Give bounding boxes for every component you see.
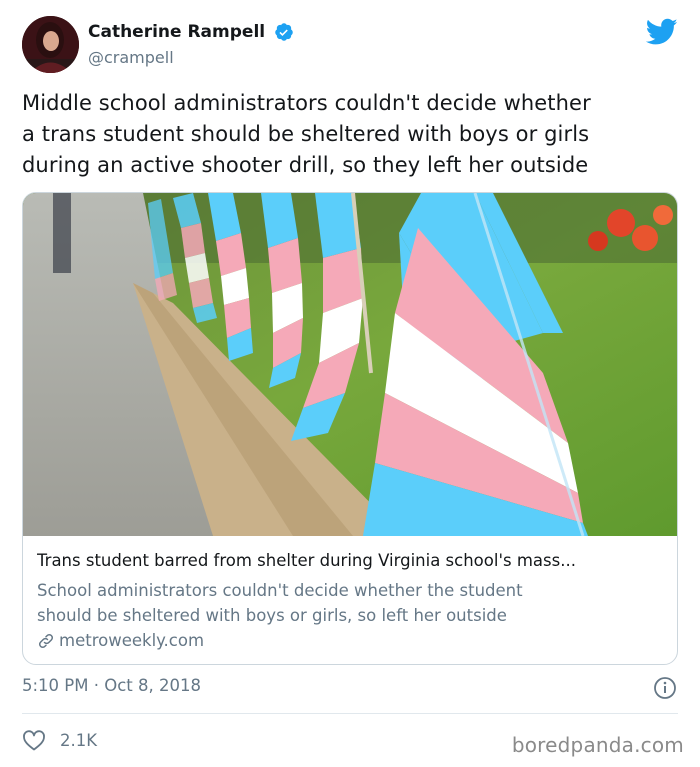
card-description-line: should be sheltered with boys or girls, … xyxy=(37,606,507,625)
card-body: Trans student barred from shelter during… xyxy=(37,551,667,650)
card-title[interactable]: Trans student barred from shelter during… xyxy=(37,551,667,570)
like-action[interactable]: 2.1K xyxy=(22,729,97,751)
like-count: 2.1K xyxy=(60,730,98,750)
link-icon xyxy=(38,633,54,648)
author-names: Catherine Rampell @crampell xyxy=(88,21,294,67)
watermark: boredpanda.com xyxy=(511,733,684,757)
twitter-bird-icon[interactable] xyxy=(646,18,678,46)
card-domain[interactable]: metroweekly.com xyxy=(37,631,667,650)
divider xyxy=(22,713,678,714)
tweet-timestamp[interactable]: 5:10 PM · Oct 8, 2018 xyxy=(22,676,201,695)
avatar-image xyxy=(22,16,79,73)
tweet-text-line: Middle school administrators couldn't de… xyxy=(22,91,591,115)
tweet-text-line: during an active shooter drill, so they … xyxy=(22,153,589,177)
heart-icon[interactable] xyxy=(22,729,46,751)
author-display-name[interactable]: Catherine Rampell xyxy=(88,22,265,42)
tweet-text: Middle school administrators couldn't de… xyxy=(22,88,682,181)
card-description: School administrators couldn't decide wh… xyxy=(37,578,667,628)
link-preview-card[interactable]: Trans student barred from shelter during… xyxy=(22,192,678,665)
author-handle[interactable]: @crampell xyxy=(88,48,294,67)
info-icon[interactable] xyxy=(653,676,677,700)
tweet-header: Catherine Rampell @crampell xyxy=(22,16,682,76)
tweet-text-line: a trans student should be sheltered with… xyxy=(22,122,590,146)
card-domain-text[interactable]: metroweekly.com xyxy=(59,631,204,650)
avatar[interactable] xyxy=(22,16,79,73)
card-image[interactable] xyxy=(23,193,677,536)
card-description-line: School administrators couldn't decide wh… xyxy=(37,581,523,600)
transgender-pride-flags-photo xyxy=(23,193,677,536)
verified-badge-icon xyxy=(275,22,293,41)
